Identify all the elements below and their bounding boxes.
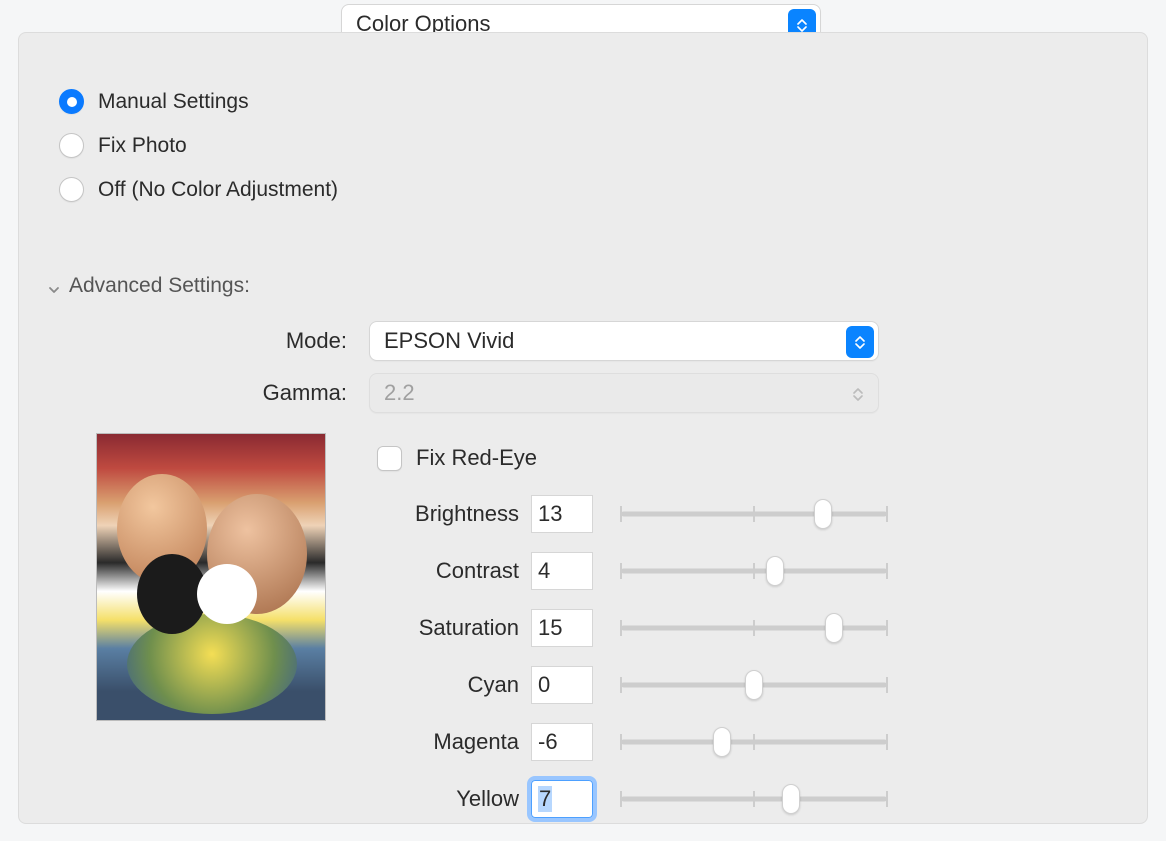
- slider-tick-icon: [620, 620, 622, 636]
- radio-off-no-color-adjustment[interactable]: Off (No Color Adjustment): [59, 177, 338, 202]
- advanced-settings-disclosure[interactable]: Advanced Settings:: [47, 274, 250, 298]
- radio-manual-settings[interactable]: Manual Settings: [59, 89, 338, 114]
- slider-tick-icon: [886, 563, 888, 579]
- slider-value-input[interactable]: 13: [531, 495, 593, 533]
- slider-knob[interactable]: [766, 556, 784, 586]
- gamma-select[interactable]: 2.2: [369, 373, 879, 413]
- slider-value-input[interactable]: -6: [531, 723, 593, 761]
- slider-tick-icon: [753, 791, 755, 807]
- radio-button-icon: [59, 177, 84, 202]
- gamma-label: Gamma:: [29, 380, 369, 406]
- mode-select[interactable]: EPSON Vivid: [369, 321, 879, 361]
- slider-value-input[interactable]: 4: [531, 552, 593, 590]
- fix-red-eye-row[interactable]: Fix Red-Eye: [377, 445, 537, 471]
- slider-label: Cyan: [377, 672, 531, 698]
- slider-track[interactable]: [621, 781, 887, 817]
- slider-track[interactable]: [621, 724, 887, 760]
- slider-knob[interactable]: [713, 727, 731, 757]
- slider-knob[interactable]: [825, 613, 843, 643]
- slider-value-text: -6: [538, 729, 558, 755]
- radio-button-icon: [59, 89, 84, 114]
- slider-tick-icon: [620, 734, 622, 750]
- preview-image: [96, 433, 326, 721]
- slider-tick-icon: [886, 791, 888, 807]
- chevron-down-icon: [47, 279, 61, 293]
- slider-row-contrast: Contrast 4: [377, 542, 937, 599]
- slider-knob[interactable]: [782, 784, 800, 814]
- gamma-select-value: 2.2: [384, 380, 415, 406]
- slider-value-text: 13: [538, 501, 562, 527]
- slider-row-cyan: Cyan 0: [377, 656, 937, 713]
- slider-value-text: 15: [538, 615, 562, 641]
- slider-row-magenta: Magenta -6: [377, 713, 937, 770]
- updown-arrows-icon: [846, 326, 874, 358]
- slider-tick-icon: [886, 677, 888, 693]
- slider-label: Saturation: [377, 615, 531, 641]
- slider-value-input[interactable]: 0: [531, 666, 593, 704]
- slider-track[interactable]: [621, 496, 887, 532]
- slider-track[interactable]: [621, 667, 887, 703]
- slider-tick-icon: [620, 677, 622, 693]
- slider-tick-icon: [620, 506, 622, 522]
- slider-tick-icon: [886, 506, 888, 522]
- slider-label: Yellow: [377, 786, 531, 812]
- slider-tick-icon: [753, 563, 755, 579]
- slider-value-input[interactable]: 7: [531, 780, 593, 818]
- fix-red-eye-label: Fix Red-Eye: [416, 445, 537, 471]
- slider-label: Magenta: [377, 729, 531, 755]
- slider-track[interactable]: [621, 610, 887, 646]
- slider-tick-icon: [620, 563, 622, 579]
- slider-row-yellow: Yellow 7: [377, 770, 937, 827]
- checkbox-icon: [377, 446, 402, 471]
- color-mode-radio-group: Manual Settings Fix Photo Off (No Color …: [59, 89, 338, 202]
- radio-fix-photo[interactable]: Fix Photo: [59, 133, 338, 158]
- color-options-panel: Manual Settings Fix Photo Off (No Color …: [18, 32, 1148, 824]
- slider-tick-icon: [753, 734, 755, 750]
- slider-tick-icon: [886, 734, 888, 750]
- mode-row: Mode: EPSON Vivid: [29, 321, 879, 361]
- slider-value-input[interactable]: 15: [531, 609, 593, 647]
- advanced-settings-label: Advanced Settings:: [69, 274, 250, 298]
- slider-tick-icon: [620, 791, 622, 807]
- slider-knob[interactable]: [814, 499, 832, 529]
- slider-label: Brightness: [377, 501, 531, 527]
- slider-track[interactable]: [621, 553, 887, 589]
- slider-value-text: 7: [538, 786, 552, 812]
- radio-button-icon: [59, 133, 84, 158]
- slider-tick-icon: [753, 506, 755, 522]
- slider-row-saturation: Saturation 15: [377, 599, 937, 656]
- slider-knob[interactable]: [745, 670, 763, 700]
- color-sliders-group: Brightness 13 Contrast 4 Saturation 15 Cyan 0 Ma…: [377, 485, 937, 827]
- slider-value-text: 0: [538, 672, 550, 698]
- mode-select-value: EPSON Vivid: [384, 328, 514, 354]
- updown-arrows-icon: [844, 378, 872, 410]
- slider-value-text: 4: [538, 558, 550, 584]
- slider-tick-icon: [886, 620, 888, 636]
- radio-label: Fix Photo: [98, 134, 187, 158]
- slider-tick-icon: [753, 620, 755, 636]
- slider-row-brightness: Brightness 13: [377, 485, 937, 542]
- mode-label: Mode:: [29, 328, 369, 354]
- radio-label: Off (No Color Adjustment): [98, 178, 338, 202]
- radio-label: Manual Settings: [98, 90, 249, 114]
- slider-label: Contrast: [377, 558, 531, 584]
- gamma-row: Gamma: 2.2: [29, 373, 879, 413]
